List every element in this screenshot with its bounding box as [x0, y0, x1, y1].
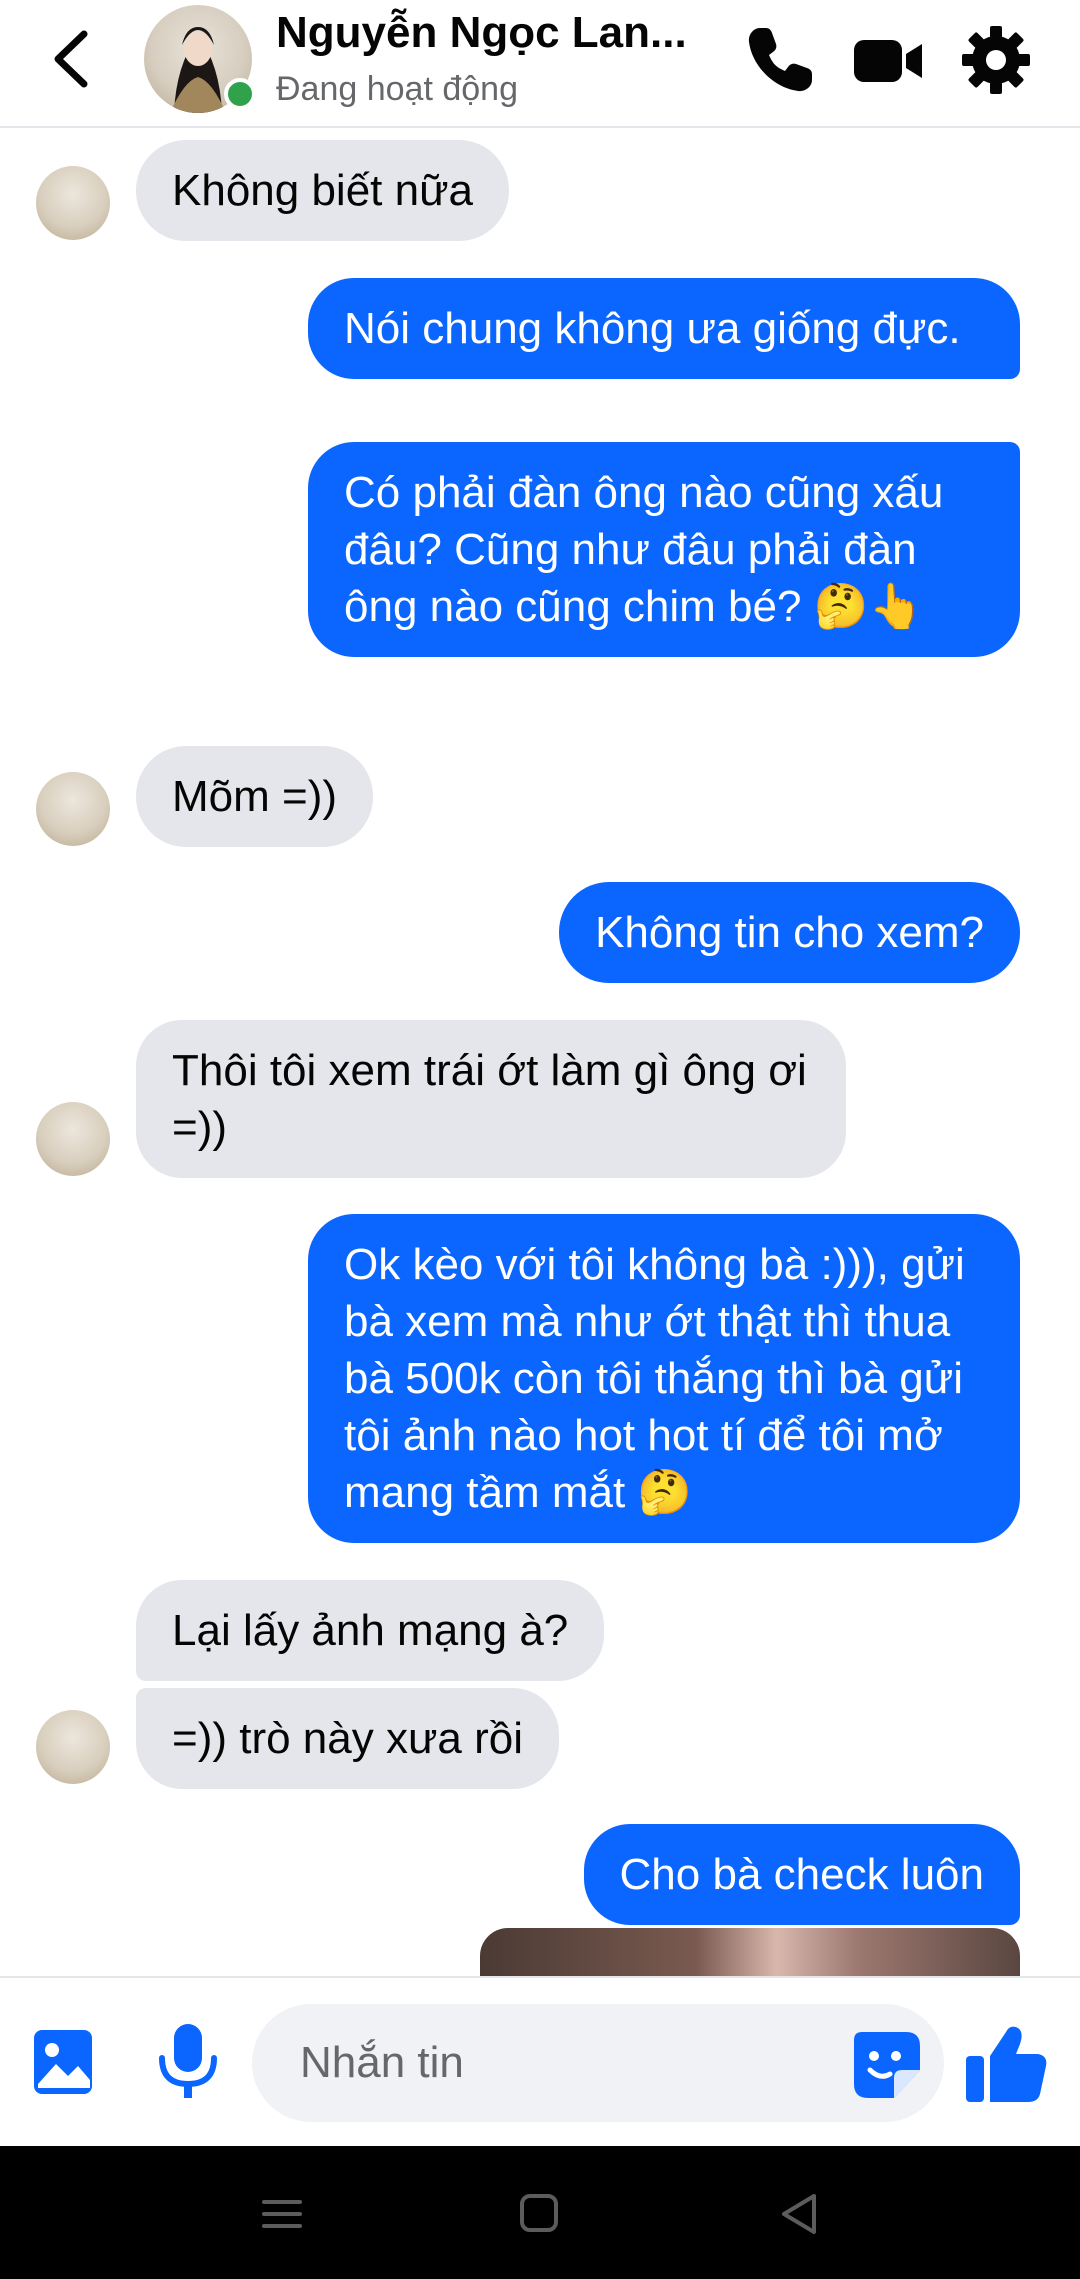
contact-status: Đang hoạt động [276, 70, 518, 108]
image-icon[interactable] [28, 2022, 100, 2102]
message-bubble-incoming[interactable]: Không biết nữa [136, 140, 510, 241]
message-bubble-incoming[interactable]: Thôi tôi xem trái ớt làm gì ông ơi =)) [136, 1020, 846, 1178]
message-input-placeholder: Nhắn tin [300, 2038, 464, 2087]
microphone-icon[interactable] [152, 2022, 224, 2102]
sender-avatar[interactable] [36, 1710, 110, 1784]
sticker-icon[interactable] [850, 2028, 924, 2102]
sender-avatar[interactable] [36, 166, 110, 240]
message-bubble-outgoing[interactable]: Có phải đàn ông nào cũng xấu đâu? Cũng n… [308, 442, 1020, 657]
phone-icon[interactable] [742, 22, 818, 98]
message-bubble-outgoing[interactable]: Ok kèo với tôi không bà :))), gửi bà xem… [308, 1214, 1020, 1543]
back-triangle-icon[interactable] [770, 2186, 830, 2242]
contact-name[interactable]: Nguyễn Ngọc Lan... [276, 8, 687, 58]
video-camera-icon[interactable] [850, 22, 926, 98]
message-bubble-incoming[interactable]: Mõm =)) [136, 746, 373, 847]
online-status-dot [224, 78, 256, 110]
chat-header: Nguyễn Ngọc Lan... Đang hoạt động [0, 0, 1080, 128]
home-icon[interactable] [510, 2186, 570, 2242]
message-bubble-outgoing[interactable]: Nói chung không ưa giống đực. [308, 278, 1020, 379]
message-bubble-outgoing[interactable]: Cho bà check luôn [583, 1824, 1020, 1925]
menu-icon[interactable] [252, 2186, 312, 2242]
thumbs-up-icon[interactable] [962, 2018, 1052, 2108]
message-bubble-incoming[interactable]: Lại lấy ảnh mạng à? [136, 1580, 605, 1681]
gear-icon[interactable] [958, 22, 1034, 98]
message-composer: Nhắn tin [0, 1976, 1080, 2148]
system-navigation-bar [0, 2146, 1080, 2279]
sender-avatar[interactable] [36, 772, 110, 846]
message-input[interactable]: Nhắn tin [252, 2004, 944, 2122]
sender-avatar[interactable] [36, 1102, 110, 1176]
back-icon[interactable] [44, 26, 104, 92]
photo-attachment[interactable] [480, 1928, 1020, 1976]
message-bubble-incoming[interactable]: =)) trò này xưa rồi [136, 1688, 560, 1789]
message-bubble-outgoing[interactable]: Không tin cho xem? [559, 882, 1020, 983]
message-list[interactable]: Không biết nữa Nói chung không ưa giống … [0, 128, 1080, 1976]
